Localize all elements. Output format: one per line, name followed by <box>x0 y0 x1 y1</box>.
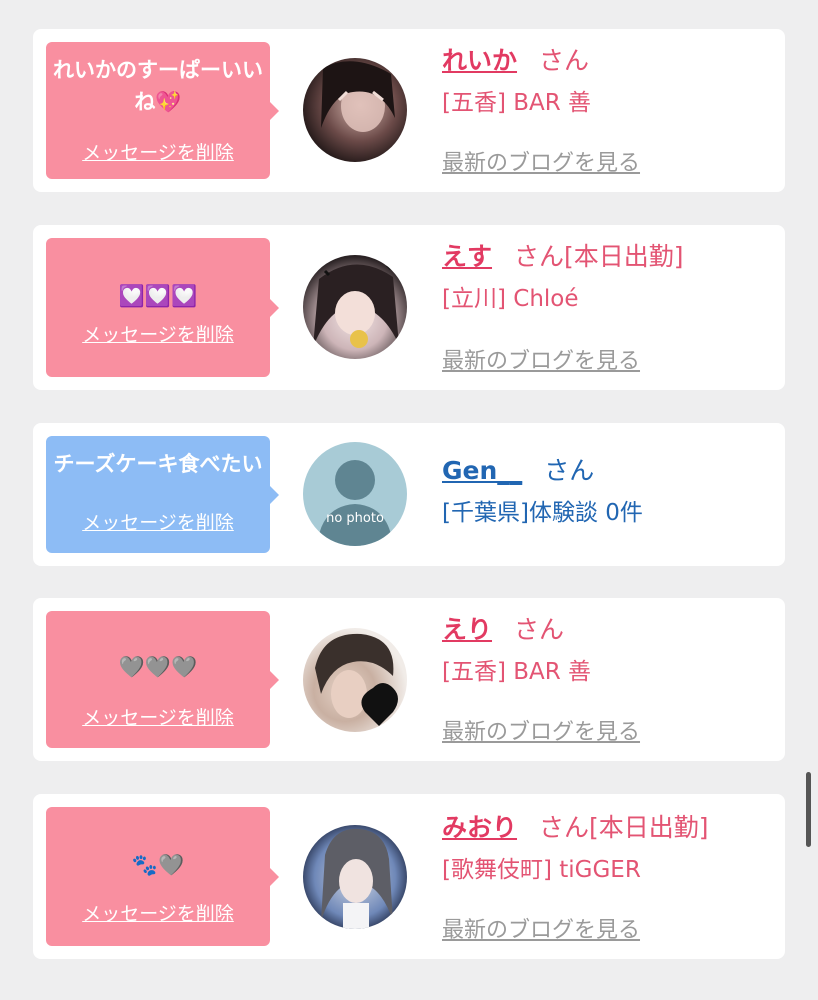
avatar[interactable] <box>303 255 407 359</box>
latest-blog-link[interactable]: 最新のブログを見る <box>442 912 640 944</box>
message-text: れいかのすーぱーいいね💖 <box>53 58 263 114</box>
status-badge: [本日出勤] <box>589 813 709 842</box>
scrollbar[interactable] <box>806 772 811 847</box>
shop-label: [五香] BAR 善 <box>442 90 592 116</box>
message-bubble: 🐾🩶 メッセージを削除 <box>46 807 279 946</box>
message-text: 💟💟💟 <box>118 284 198 308</box>
message-card: 🩶🩶🩶 メッセージを削除 えり さん [五香] BAR 善 最新のブログを見る <box>33 598 785 761</box>
no-photo-silhouette-icon: no photo <box>317 460 393 546</box>
user-name-link[interactable]: えす <box>442 242 492 271</box>
honorific: さん <box>514 615 565 644</box>
user-info: Gen__ さん [千葉県]体験談 0件 <box>442 455 643 529</box>
avatar-photo-icon <box>315 633 398 726</box>
user-name-link[interactable]: えり <box>442 615 492 644</box>
avatar[interactable] <box>303 628 407 732</box>
shop-label: [歌舞伎町] tiGGER <box>442 857 641 883</box>
delete-message-link[interactable]: メッセージを削除 <box>46 138 270 165</box>
message-card: 🐾🩶 メッセージを削除 みおり さん[本日出勤] [歌舞伎町] tiGGER 最新… <box>33 794 785 959</box>
message-bubble: 💟💟💟 メッセージを削除 <box>46 238 279 377</box>
latest-blog-link[interactable]: 最新のブログを見る <box>442 145 640 177</box>
delete-message-link[interactable]: メッセージを削除 <box>46 703 270 730</box>
latest-blog-link[interactable]: 最新のブログを見る <box>442 343 640 375</box>
message-bubble: れいかのすーぱーいいね💖 メッセージを削除 <box>46 42 279 179</box>
message-bubble: チーズケーキ食べたい メッセージを削除 <box>46 436 279 553</box>
user-info: れいか さん [五香] BAR 善 <box>442 45 591 119</box>
avatar-photo-icon <box>313 263 399 348</box>
avatar-photo-icon <box>321 828 393 929</box>
no-photo-label: no photo <box>326 511 384 526</box>
user-name-link[interactable]: Gen__ <box>442 456 522 485</box>
shop-label: [千葉県]体験談 0件 <box>442 500 643 526</box>
user-info: えり さん [五香] BAR 善 <box>442 614 591 688</box>
shop-label: [五香] BAR 善 <box>442 659 592 685</box>
avatar[interactable] <box>303 825 407 929</box>
user-info: みおり さん[本日出勤] [歌舞伎町] tiGGER <box>442 812 709 886</box>
message-text: チーズケーキ食べたい <box>53 452 263 476</box>
delete-message-link[interactable]: メッセージを削除 <box>46 899 270 926</box>
avatar[interactable]: no photo <box>303 442 407 546</box>
shop-label: [立川] Chloé <box>442 286 579 312</box>
user-name-link[interactable]: みおり <box>442 813 517 842</box>
avatar[interactable] <box>303 58 407 162</box>
message-card: れいかのすーぱーいいね💖 メッセージを削除 れいか さん [五香] BAR 善 最… <box>33 29 785 192</box>
status-badge: [本日出勤] <box>564 242 684 271</box>
honorific: さん <box>539 813 590 842</box>
message-text: 🐾🩶 <box>131 853 185 877</box>
honorific: さん <box>514 242 565 271</box>
honorific: さん <box>539 46 590 75</box>
delete-message-link[interactable]: メッセージを削除 <box>46 508 270 535</box>
delete-message-link[interactable]: メッセージを削除 <box>46 320 270 347</box>
message-card: チーズケーキ食べたい メッセージを削除 no photo Gen__ さん [千葉… <box>33 423 785 566</box>
message-card: 💟💟💟 メッセージを削除 えす さん[本日出勤] [立川] Chloé 最新のブロ… <box>33 225 785 390</box>
user-name-link[interactable]: れいか <box>442 46 517 75</box>
latest-blog-link[interactable]: 最新のブログを見る <box>442 714 640 746</box>
avatar-photo-icon <box>321 61 395 132</box>
message-text: 🩶🩶🩶 <box>118 655 198 679</box>
message-bubble: 🩶🩶🩶 メッセージを削除 <box>46 611 279 748</box>
user-info: えす さん[本日出勤] [立川] Chloé <box>442 241 684 315</box>
honorific: さん <box>544 456 595 485</box>
